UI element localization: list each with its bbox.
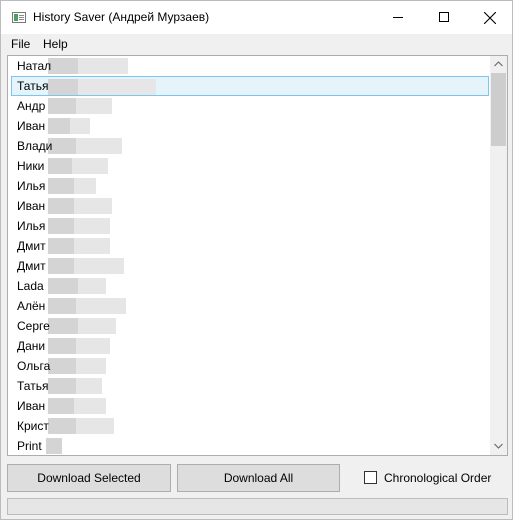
contact-row[interactable]: Натал [8,56,492,76]
contact-name: Андр [17,99,46,113]
contact-row[interactable]: Дмит [8,256,492,276]
contact-row[interactable]: Андр [8,96,492,116]
contact-name: Натал [17,59,52,73]
history-saver-icon [12,12,26,23]
contact-rows: Натал Татья Андр Иван Влади Ники Илья Иван Илья Д… [8,56,492,455]
contact-row[interactable]: Татья [8,376,492,396]
contact-name: Иван [17,399,46,413]
scrollbar-thumb[interactable] [491,73,506,146]
contact-row[interactable]: Ники [8,156,492,176]
contact-row[interactable]: Lada [8,276,492,296]
contact-row[interactable]: Дани [8,336,492,356]
contact-name: Ольга [17,359,51,373]
close-icon[interactable] [467,1,513,34]
status-bar [7,498,508,515]
contact-row[interactable]: Илья [8,176,492,196]
contact-name: Серге [17,319,50,333]
contact-row[interactable]: Иван [8,116,492,136]
contact-name: Татья [17,79,49,93]
download-all-button[interactable]: Download All [177,464,340,492]
title-bar[interactable]: History Saver (Андрей Мурзаев) [1,1,512,34]
contact-name: Дмит [17,239,46,253]
menu-bar: File Help [1,34,512,54]
contact-name: Lada [17,279,44,293]
contact-name: Дмит [17,259,46,273]
contact-name: Илья [17,179,46,193]
contact-name: Иван [17,199,46,213]
contact-name: Крист [17,419,49,433]
contact-name: Дани [17,339,46,353]
contact-row[interactable]: Влади [8,136,492,156]
menu-help[interactable]: Help [43,37,68,51]
contact-row-selected[interactable]: Татья [11,76,489,96]
contact-list[interactable]: Натал Татья Андр Иван Влади Ники Илья Иван Илья Д… [7,55,508,456]
download-selected-button[interactable]: Download Selected [7,464,171,492]
vertical-scrollbar[interactable] [490,56,507,455]
scroll-down-icon[interactable] [490,438,507,455]
contact-row[interactable]: Крист [8,416,492,436]
contact-name: Ники [17,159,45,173]
minimize-icon[interactable] [375,1,421,34]
main-window: History Saver (Андрей Мурзаев) File Help… [0,0,513,520]
contact-row[interactable]: Ольга [8,356,492,376]
contact-name: Илья [17,219,46,233]
contact-row[interactable]: Print [8,436,492,455]
contact-row[interactable]: Илья [8,216,492,236]
contact-name: Иван [17,119,46,133]
chronological-order-checkbox[interactable] [364,471,377,484]
chronological-order-label: Chronological Order [384,471,492,485]
contact-name: Влади [17,139,53,153]
menu-file[interactable]: File [11,37,30,51]
contact-row[interactable]: Серге [8,316,492,336]
contact-row[interactable]: Иван [8,196,492,216]
maximize-icon[interactable] [421,1,467,34]
contact-row[interactable]: Иван [8,396,492,416]
contact-name: Татья [17,379,49,393]
contact-row[interactable]: Дмит [8,236,492,256]
scroll-up-icon[interactable] [490,56,507,73]
window-title: History Saver (Андрей Мурзаев) [33,10,210,24]
contact-row[interactable]: Алён [8,296,492,316]
contact-name: Алён [17,299,46,313]
contact-name: Print [17,439,42,453]
